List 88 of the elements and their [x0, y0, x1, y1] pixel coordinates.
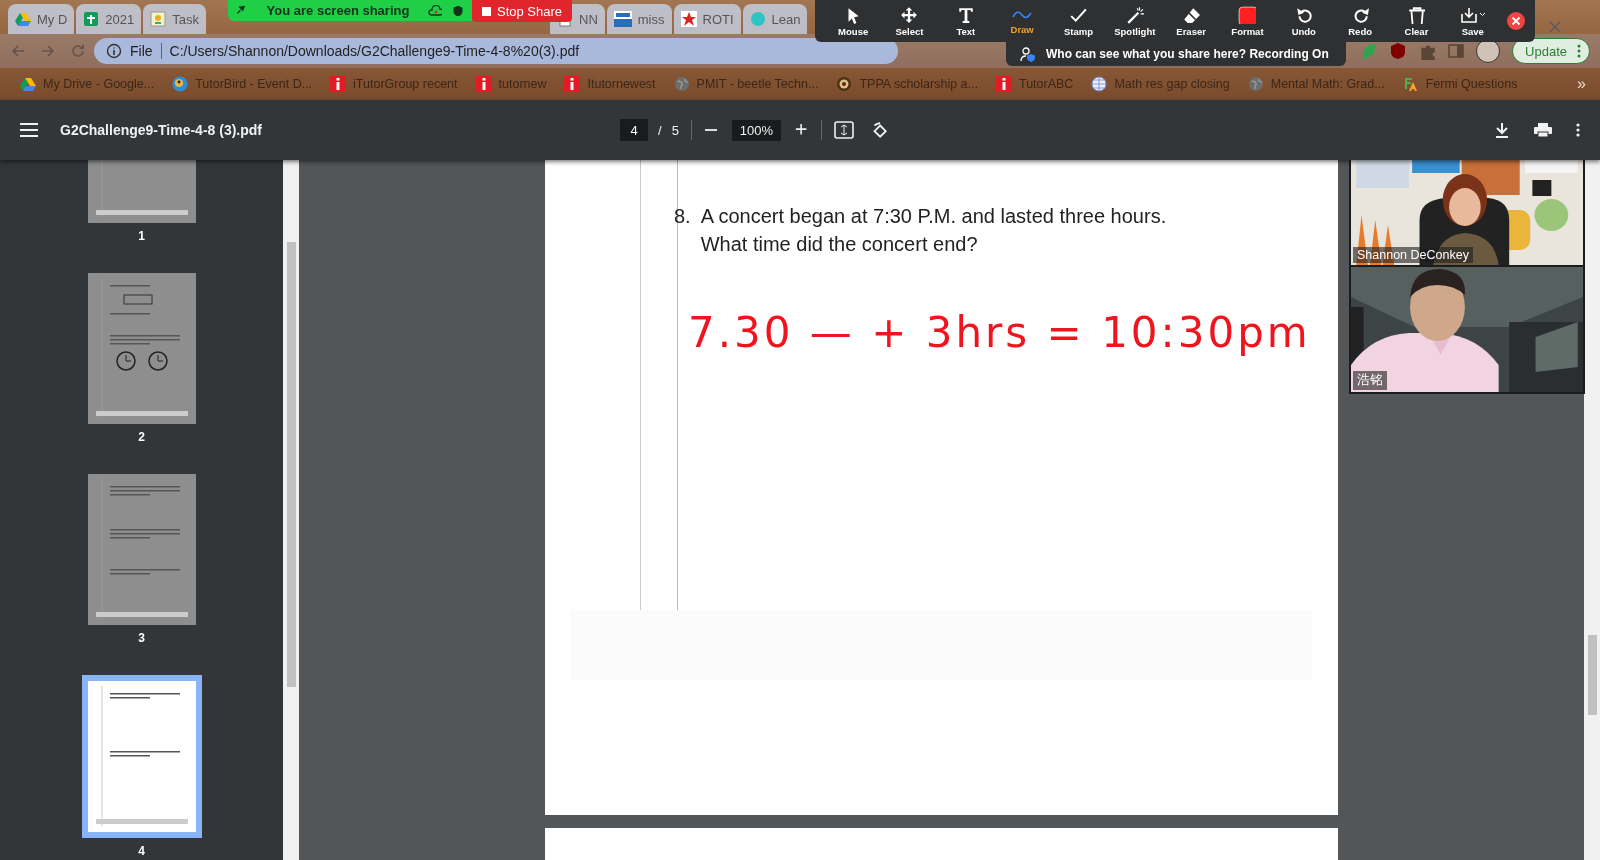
magic-wand-icon — [1125, 5, 1144, 24]
bird-icon — [172, 76, 189, 92]
close-icon — [1548, 20, 1562, 34]
scrollbar-thumb[interactable] — [286, 242, 296, 687]
crest-icon — [836, 76, 853, 92]
itutor-icon — [330, 76, 347, 92]
zoom-level[interactable]: 100% — [731, 119, 782, 141]
browser-tab[interactable]: Lean — [742, 4, 808, 34]
annotation-tool[interactable]: Stamp — [1050, 3, 1107, 39]
page-label: 4 — [138, 845, 145, 857]
page-number-field[interactable]: 4 — [620, 119, 648, 141]
page-label: 1 — [138, 230, 145, 242]
itutor-icon — [996, 76, 1012, 92]
annotation-tool[interactable]: Clear — [1388, 3, 1445, 39]
annotation-tool[interactable]: Text — [937, 3, 994, 39]
cloud-icon — [428, 4, 442, 17]
shield-icon — [452, 4, 464, 17]
page-separator: / — [658, 122, 662, 138]
globe-icon — [1247, 76, 1264, 92]
info-icon — [106, 43, 122, 59]
task-icon — [150, 11, 167, 27]
annotation-tool[interactable]: Select — [881, 3, 938, 39]
puzzle-icon — [1418, 42, 1437, 60]
page-label: 3 — [138, 632, 145, 644]
fa-logo-icon — [1402, 76, 1419, 92]
browser-tab[interactable]: Task — [143, 4, 206, 34]
annotation-tool[interactable]: Mouse — [825, 3, 882, 39]
annotation-tool[interactable]: Format — [1219, 3, 1276, 39]
page-thumbnail[interactable] — [81, 675, 202, 838]
annotation-tool[interactable]: Draw — [994, 5, 1051, 37]
eraser-icon — [1182, 5, 1201, 24]
move-icon — [900, 5, 919, 24]
question-text: A concert began at 7:30 P.M. and lasted three hours. — [700, 204, 1167, 229]
dictionary-logo-icon — [613, 11, 632, 27]
browser-tab[interactable]: My D — [8, 4, 75, 34]
handwritten-answer: 7.30 — + 3hrs = 10:30pm — [688, 308, 1312, 357]
scrollbar-thumb[interactable] — [1587, 635, 1597, 715]
annotation-tool[interactable]: Save — [1444, 3, 1501, 39]
sidebar-icon — [1448, 43, 1465, 59]
update-button[interactable]: Update — [1512, 38, 1590, 64]
browser-tab[interactable]: ROTI — [673, 4, 741, 34]
globe-icon — [673, 76, 690, 92]
menu-icon — [20, 123, 38, 137]
page-thumbnail[interactable] — [87, 273, 196, 424]
sharing-banner: You are screen sharing — [228, 0, 472, 21]
download-icon — [1494, 122, 1510, 138]
back-icon — [10, 43, 26, 59]
annotation-tool[interactable]: Undo — [1275, 3, 1332, 39]
itutor-icon — [475, 76, 492, 92]
browser-tab[interactable]: 2021 — [76, 4, 142, 34]
more-icon — [1576, 122, 1580, 138]
page-thumbnail[interactable] — [87, 474, 196, 625]
forward-icon — [40, 43, 56, 59]
leaf-icon — [1360, 42, 1379, 60]
user-shield-icon — [1020, 46, 1036, 62]
browser-tab[interactable]: miss — [606, 4, 672, 34]
close-icon[interactable] — [1506, 12, 1525, 30]
more-bookmarks[interactable]: » — [1577, 75, 1586, 93]
address-bar[interactable]: File C:/Users/Shannon/Downloads/G2Challenge9-Time-4-8%20(3).pdf — [94, 38, 898, 64]
circle-icon — [749, 11, 766, 27]
participant-name: 浩铭 — [1353, 371, 1387, 390]
participant-name: Shannon DeConkey — [1353, 247, 1473, 263]
question-number: 8. — [674, 204, 691, 229]
sheets-icon — [83, 11, 100, 27]
shield-icon — [1390, 42, 1407, 60]
reload-icon — [70, 43, 86, 59]
page-label: 2 — [138, 431, 145, 443]
page-count: 5 — [671, 122, 679, 138]
trash-icon — [1407, 5, 1426, 24]
question-text: What time did the concert end? — [700, 232, 979, 257]
recording-notice[interactable]: Who can see what you share here? Recording On — [1006, 42, 1346, 66]
drive-icon — [20, 76, 36, 92]
annotation-tool[interactable]: Redo — [1331, 3, 1389, 39]
document-title: G2Challenge9-Time-4-8 (3).pdf — [60, 122, 263, 138]
print-icon — [1534, 122, 1552, 138]
text-icon — [956, 5, 975, 24]
star-icon — [680, 11, 697, 27]
undo-icon — [1294, 5, 1313, 24]
more-icon — [1577, 43, 1581, 59]
annotation-tool[interactable]: Spotlight — [1106, 3, 1163, 39]
globe-icon — [1091, 76, 1108, 92]
color-swatch-icon — [1238, 5, 1257, 24]
drive-icon — [15, 11, 31, 27]
download-caret-icon — [1459, 5, 1486, 24]
fit-page-icon — [834, 121, 855, 139]
stop-share-button[interactable]: Stop Share — [472, 0, 573, 22]
itutor-icon — [564, 76, 581, 92]
annotation-tool[interactable]: Eraser — [1162, 3, 1220, 39]
